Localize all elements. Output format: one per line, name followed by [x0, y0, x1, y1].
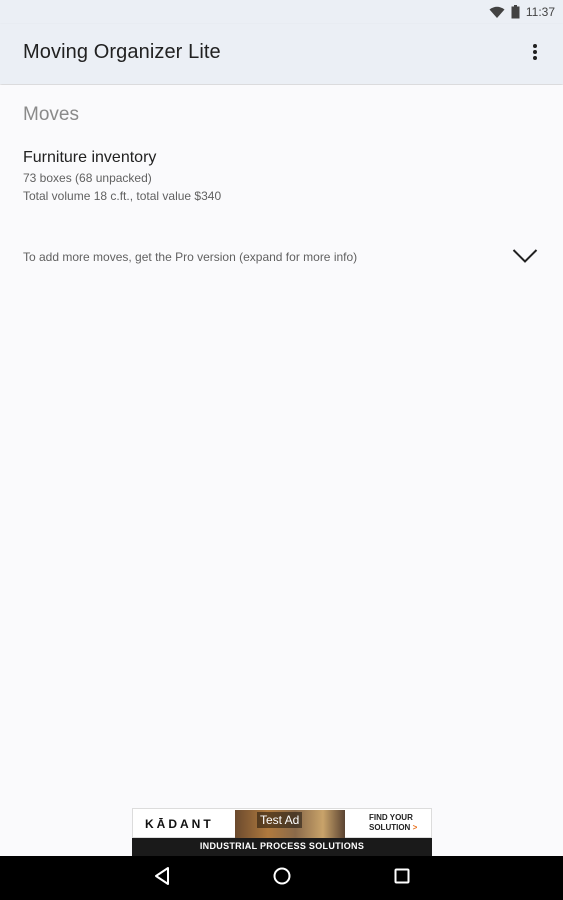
overflow-menu-button[interactable]	[523, 42, 547, 66]
home-icon	[272, 866, 292, 891]
recents-button[interactable]	[390, 866, 414, 890]
home-button[interactable]	[270, 866, 294, 890]
more-vertical-icon	[532, 43, 538, 66]
main-content: Moves Furniture inventory 73 boxes (68 u…	[0, 85, 563, 807]
chevron-down-icon[interactable]	[512, 248, 538, 264]
navigation-bar	[0, 856, 563, 900]
ad-cta[interactable]: FIND YOUR SOLUTION >	[369, 813, 431, 833]
ad-cta-line1: FIND YOUR	[369, 813, 413, 822]
pro-version-expander[interactable]: To add more moves, get the Pro version (…	[0, 235, 563, 279]
app-bar: Moving Organizer Lite	[0, 24, 563, 84]
move-title: Furniture inventory	[23, 149, 157, 166]
ad-cta-line2: SOLUTION	[369, 823, 411, 832]
move-list-item[interactable]: Furniture inventory 73 boxes (68 unpacke…	[0, 141, 563, 211]
back-icon	[152, 866, 172, 891]
pro-version-prompt: To add more moves, get the Pro version (…	[23, 250, 358, 264]
recents-icon	[393, 867, 411, 890]
ad-tagline: INDUSTRIAL PROCESS SOLUTIONS	[199, 841, 365, 851]
back-button[interactable]	[150, 866, 174, 890]
ad-top-panel: KĀDANT Test Ad FIND YOUR SOLUTION >	[132, 808, 432, 838]
battery-icon	[511, 5, 520, 19]
status-icons: 11:37	[489, 4, 555, 20]
ad-brand-logo: KĀDANT	[145, 817, 214, 831]
ad-banner[interactable]: KĀDANT Test Ad FIND YOUR SOLUTION > INDU…	[132, 808, 432, 856]
app-title: Moving Organizer Lite	[23, 41, 221, 63]
ad-tagline-bar: INDUSTRIAL PROCESS SOLUTIONS	[132, 838, 432, 856]
wifi-icon	[489, 6, 505, 19]
move-volume-summary: Total volume 18 c.ft., total value $340	[23, 189, 222, 203]
status-time: 11:37	[525, 5, 555, 19]
ad-cta-arrow-icon: >	[412, 823, 418, 832]
ad-test-label: Test Ad	[257, 812, 303, 828]
section-header-moves: Moves	[23, 104, 79, 125]
status-bar: 11:37	[0, 0, 563, 24]
move-boxes-summary: 73 boxes (68 unpacked)	[23, 171, 152, 185]
